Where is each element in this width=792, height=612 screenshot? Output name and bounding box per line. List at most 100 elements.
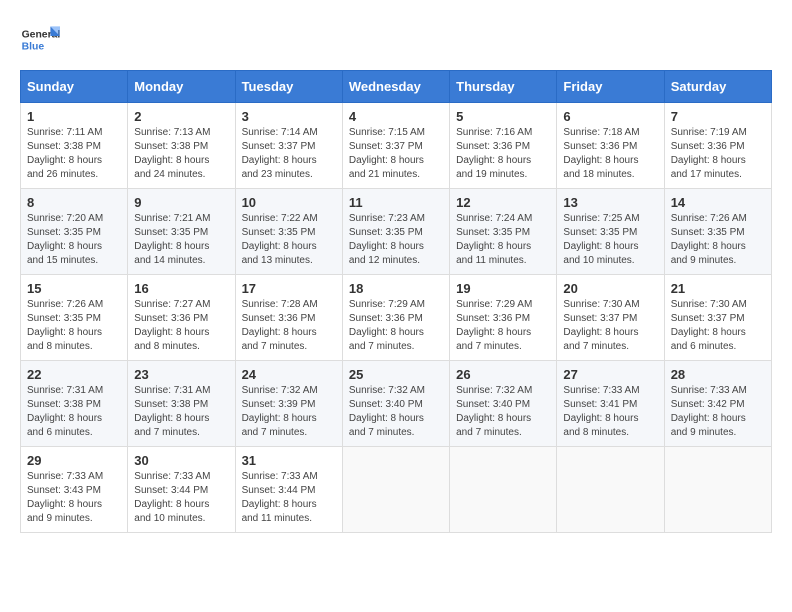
- calendar-cell: 23 Sunrise: 7:31 AM Sunset: 3:38 PM Dayl…: [128, 361, 235, 447]
- day-number: 14: [671, 195, 765, 210]
- day-info: Sunrise: 7:22 AM Sunset: 3:35 PM Dayligh…: [242, 212, 336, 268]
- calendar-cell: 18 Sunrise: 7:29 AM Sunset: 3:36 PM Dayl…: [342, 275, 449, 361]
- calendar-cell: [450, 447, 557, 533]
- weekday-header-thursday: Thursday: [450, 71, 557, 103]
- day-number: 8: [27, 195, 121, 210]
- day-info: Sunrise: 7:25 AM Sunset: 3:35 PM Dayligh…: [563, 212, 657, 268]
- weekday-header-friday: Friday: [557, 71, 664, 103]
- calendar-cell: 19 Sunrise: 7:29 AM Sunset: 3:36 PM Dayl…: [450, 275, 557, 361]
- day-number: 20: [563, 281, 657, 296]
- calendar-cell: 7 Sunrise: 7:19 AM Sunset: 3:36 PM Dayli…: [664, 103, 771, 189]
- weekday-header-wednesday: Wednesday: [342, 71, 449, 103]
- day-info: Sunrise: 7:28 AM Sunset: 3:36 PM Dayligh…: [242, 298, 336, 354]
- day-info: Sunrise: 7:33 AM Sunset: 3:41 PM Dayligh…: [563, 384, 657, 440]
- calendar-cell: 15 Sunrise: 7:26 AM Sunset: 3:35 PM Dayl…: [21, 275, 128, 361]
- day-info: Sunrise: 7:24 AM Sunset: 3:35 PM Dayligh…: [456, 212, 550, 268]
- day-number: 5: [456, 109, 550, 124]
- calendar-cell: 6 Sunrise: 7:18 AM Sunset: 3:36 PM Dayli…: [557, 103, 664, 189]
- day-number: 17: [242, 281, 336, 296]
- day-number: 27: [563, 367, 657, 382]
- logo-icon: General Blue: [20, 20, 60, 60]
- calendar-week-row: 8 Sunrise: 7:20 AM Sunset: 3:35 PM Dayli…: [21, 189, 772, 275]
- day-number: 23: [134, 367, 228, 382]
- calendar-cell: 22 Sunrise: 7:31 AM Sunset: 3:38 PM Dayl…: [21, 361, 128, 447]
- calendar-cell: 14 Sunrise: 7:26 AM Sunset: 3:35 PM Dayl…: [664, 189, 771, 275]
- calendar-week-row: 22 Sunrise: 7:31 AM Sunset: 3:38 PM Dayl…: [21, 361, 772, 447]
- day-info: Sunrise: 7:26 AM Sunset: 3:35 PM Dayligh…: [27, 298, 121, 354]
- day-number: 29: [27, 453, 121, 468]
- calendar-cell: 3 Sunrise: 7:14 AM Sunset: 3:37 PM Dayli…: [235, 103, 342, 189]
- day-number: 26: [456, 367, 550, 382]
- calendar-cell: 2 Sunrise: 7:13 AM Sunset: 3:38 PM Dayli…: [128, 103, 235, 189]
- calendar-cell: 24 Sunrise: 7:32 AM Sunset: 3:39 PM Dayl…: [235, 361, 342, 447]
- day-info: Sunrise: 7:26 AM Sunset: 3:35 PM Dayligh…: [671, 212, 765, 268]
- day-number: 18: [349, 281, 443, 296]
- day-info: Sunrise: 7:20 AM Sunset: 3:35 PM Dayligh…: [27, 212, 121, 268]
- weekday-header-sunday: Sunday: [21, 71, 128, 103]
- day-info: Sunrise: 7:33 AM Sunset: 3:42 PM Dayligh…: [671, 384, 765, 440]
- day-info: Sunrise: 7:23 AM Sunset: 3:35 PM Dayligh…: [349, 212, 443, 268]
- day-number: 25: [349, 367, 443, 382]
- day-number: 2: [134, 109, 228, 124]
- day-number: 31: [242, 453, 336, 468]
- day-info: Sunrise: 7:18 AM Sunset: 3:36 PM Dayligh…: [563, 126, 657, 182]
- calendar-cell: 20 Sunrise: 7:30 AM Sunset: 3:37 PM Dayl…: [557, 275, 664, 361]
- day-info: Sunrise: 7:33 AM Sunset: 3:44 PM Dayligh…: [242, 470, 336, 526]
- day-number: 6: [563, 109, 657, 124]
- calendar-cell: 16 Sunrise: 7:27 AM Sunset: 3:36 PM Dayl…: [128, 275, 235, 361]
- day-number: 16: [134, 281, 228, 296]
- calendar-cell: [664, 447, 771, 533]
- calendar-cell: 10 Sunrise: 7:22 AM Sunset: 3:35 PM Dayl…: [235, 189, 342, 275]
- day-number: 19: [456, 281, 550, 296]
- calendar-cell: 11 Sunrise: 7:23 AM Sunset: 3:35 PM Dayl…: [342, 189, 449, 275]
- day-info: Sunrise: 7:30 AM Sunset: 3:37 PM Dayligh…: [671, 298, 765, 354]
- calendar-cell: 12 Sunrise: 7:24 AM Sunset: 3:35 PM Dayl…: [450, 189, 557, 275]
- calendar-cell: 21 Sunrise: 7:30 AM Sunset: 3:37 PM Dayl…: [664, 275, 771, 361]
- calendar-week-row: 29 Sunrise: 7:33 AM Sunset: 3:43 PM Dayl…: [21, 447, 772, 533]
- calendar-cell: [557, 447, 664, 533]
- logo: General Blue: [20, 20, 60, 60]
- calendar-cell: 28 Sunrise: 7:33 AM Sunset: 3:42 PM Dayl…: [664, 361, 771, 447]
- day-info: Sunrise: 7:31 AM Sunset: 3:38 PM Dayligh…: [134, 384, 228, 440]
- day-info: Sunrise: 7:33 AM Sunset: 3:44 PM Dayligh…: [134, 470, 228, 526]
- day-info: Sunrise: 7:27 AM Sunset: 3:36 PM Dayligh…: [134, 298, 228, 354]
- calendar-cell: 30 Sunrise: 7:33 AM Sunset: 3:44 PM Dayl…: [128, 447, 235, 533]
- day-number: 13: [563, 195, 657, 210]
- calendar-cell: 1 Sunrise: 7:11 AM Sunset: 3:38 PM Dayli…: [21, 103, 128, 189]
- day-number: 22: [27, 367, 121, 382]
- day-info: Sunrise: 7:11 AM Sunset: 3:38 PM Dayligh…: [27, 126, 121, 182]
- day-info: Sunrise: 7:14 AM Sunset: 3:37 PM Dayligh…: [242, 126, 336, 182]
- day-info: Sunrise: 7:15 AM Sunset: 3:37 PM Dayligh…: [349, 126, 443, 182]
- calendar-cell: 17 Sunrise: 7:28 AM Sunset: 3:36 PM Dayl…: [235, 275, 342, 361]
- day-info: Sunrise: 7:19 AM Sunset: 3:36 PM Dayligh…: [671, 126, 765, 182]
- day-number: 10: [242, 195, 336, 210]
- calendar-cell: 8 Sunrise: 7:20 AM Sunset: 3:35 PM Dayli…: [21, 189, 128, 275]
- calendar-cell: 26 Sunrise: 7:32 AM Sunset: 3:40 PM Dayl…: [450, 361, 557, 447]
- day-info: Sunrise: 7:29 AM Sunset: 3:36 PM Dayligh…: [349, 298, 443, 354]
- day-info: Sunrise: 7:21 AM Sunset: 3:35 PM Dayligh…: [134, 212, 228, 268]
- day-number: 30: [134, 453, 228, 468]
- weekday-header-row: SundayMondayTuesdayWednesdayThursdayFrid…: [21, 71, 772, 103]
- day-info: Sunrise: 7:13 AM Sunset: 3:38 PM Dayligh…: [134, 126, 228, 182]
- day-number: 9: [134, 195, 228, 210]
- day-number: 15: [27, 281, 121, 296]
- day-number: 24: [242, 367, 336, 382]
- calendar-cell: 27 Sunrise: 7:33 AM Sunset: 3:41 PM Dayl…: [557, 361, 664, 447]
- day-info: Sunrise: 7:16 AM Sunset: 3:36 PM Dayligh…: [456, 126, 550, 182]
- svg-text:Blue: Blue: [22, 42, 45, 53]
- calendar-cell: 9 Sunrise: 7:21 AM Sunset: 3:35 PM Dayli…: [128, 189, 235, 275]
- page-header: General Blue: [20, 20, 772, 60]
- day-number: 4: [349, 109, 443, 124]
- weekday-header-monday: Monday: [128, 71, 235, 103]
- calendar-week-row: 15 Sunrise: 7:26 AM Sunset: 3:35 PM Dayl…: [21, 275, 772, 361]
- day-number: 21: [671, 281, 765, 296]
- calendar-cell: 13 Sunrise: 7:25 AM Sunset: 3:35 PM Dayl…: [557, 189, 664, 275]
- day-number: 28: [671, 367, 765, 382]
- calendar-cell: 31 Sunrise: 7:33 AM Sunset: 3:44 PM Dayl…: [235, 447, 342, 533]
- calendar-cell: 5 Sunrise: 7:16 AM Sunset: 3:36 PM Dayli…: [450, 103, 557, 189]
- calendar-cell: 25 Sunrise: 7:32 AM Sunset: 3:40 PM Dayl…: [342, 361, 449, 447]
- calendar-cell: 29 Sunrise: 7:33 AM Sunset: 3:43 PM Dayl…: [21, 447, 128, 533]
- day-number: 11: [349, 195, 443, 210]
- calendar-week-row: 1 Sunrise: 7:11 AM Sunset: 3:38 PM Dayli…: [21, 103, 772, 189]
- weekday-header-saturday: Saturday: [664, 71, 771, 103]
